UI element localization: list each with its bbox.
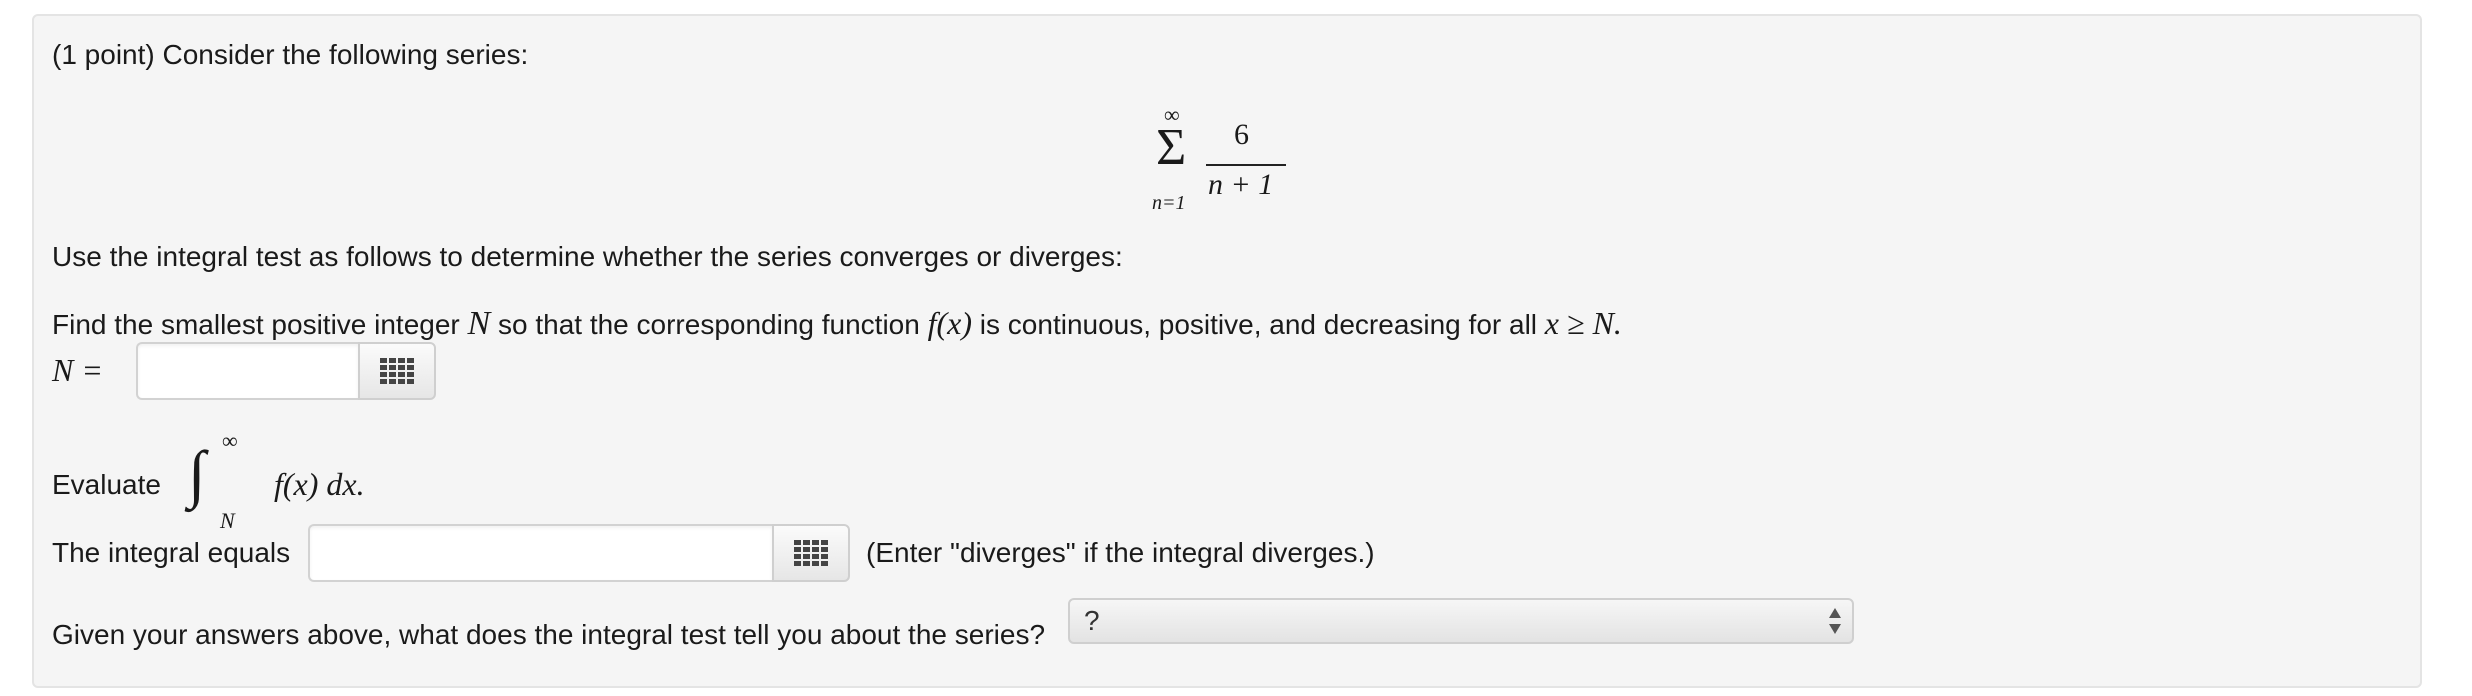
equation-palette-icon (794, 540, 828, 566)
step1-text: Find the smallest positive integer N so … (52, 306, 1622, 342)
equation-palette-icon (380, 358, 414, 384)
conclusion-select-value: ? (1084, 605, 1100, 636)
N-input-group (136, 342, 436, 400)
problem-intro: (1 point) Consider the following series: (52, 39, 529, 70)
fraction-denominator: n + 1 (1208, 168, 1274, 201)
instruction-text: Use the integral test as follows to dete… (52, 241, 1123, 272)
integral-sign: ∫ (188, 438, 206, 509)
step1-text-c: is continuous, positive, and decreasing … (972, 309, 1545, 340)
step1-text-b: so that the corresponding function (490, 309, 928, 340)
diverges-note: (Enter "diverges" if the integral diverg… (866, 537, 1375, 568)
step1-text-a: Find the smallest positive integer (52, 309, 468, 340)
series-formula: ∞ Σ n=1 6 n + 1 (1150, 102, 1310, 216)
integral-input-group (308, 524, 850, 582)
func-fx: f(x) (927, 305, 973, 341)
step3-question: Given your answers above, what does the … (52, 619, 1046, 650)
N-equation-palette-button[interactable] (358, 342, 436, 400)
integral-lower-limit: N (220, 508, 235, 533)
evaluate-label: Evaluate (52, 469, 161, 500)
sigma-symbol: Σ (1156, 119, 1187, 176)
N-label: N = (52, 352, 103, 388)
integral-equation-palette-button[interactable] (772, 524, 850, 582)
N-input[interactable] (136, 342, 358, 400)
series-lower-limit: n=1 (1152, 192, 1186, 214)
problem-panel: (1 point) Consider the following series:… (32, 14, 2422, 688)
integral-expression: ∫ ∞ N f(x) dx. (182, 426, 442, 536)
fraction-bar (1206, 164, 1286, 166)
updown-arrows-icon (1829, 608, 1841, 634)
var-N: N (467, 305, 491, 342)
integral-upper-limit: ∞ (222, 428, 238, 453)
conclusion-select[interactable]: ? (1068, 598, 1854, 644)
fraction-numerator: 6 (1234, 118, 1249, 151)
integral-equals-label: The integral equals (52, 537, 291, 568)
integral-input[interactable] (308, 524, 772, 582)
integrand: f(x) dx. (274, 466, 365, 502)
condition-x-ge-N: x ≥ N. (1544, 305, 1622, 341)
